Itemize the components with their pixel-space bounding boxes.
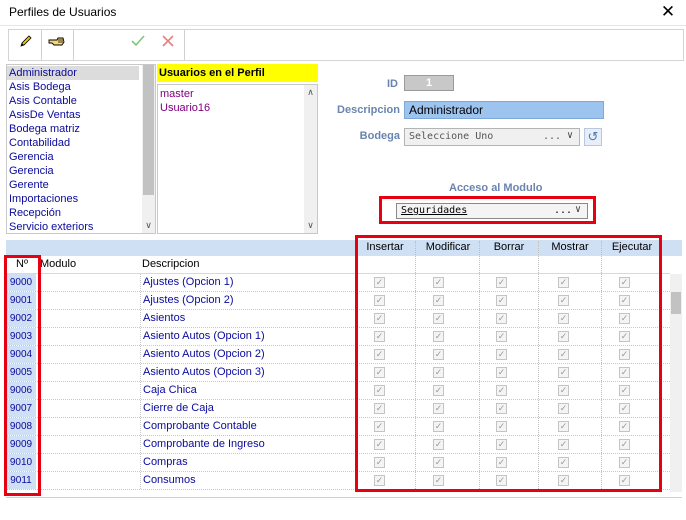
bodega-select-dots: ... <box>543 131 562 142</box>
chevron-up-icon[interactable]: ∧ <box>304 85 317 99</box>
row-modulo <box>38 328 138 345</box>
row-modulo <box>38 292 138 309</box>
profile-item[interactable]: Recepción <box>7 206 139 220</box>
title-bar: Perfiles de Usuarios ✕ <box>0 0 686 26</box>
id-field: 1 <box>404 75 454 91</box>
profile-item[interactable]: Administrador <box>7 66 139 80</box>
descripcion-label: Descripcion <box>337 104 400 116</box>
profile-item[interactable]: Servicio exteriors <box>7 220 139 233</box>
row-descripcion: Asiento Autos (Opcion 2) <box>140 346 358 363</box>
profile-item[interactable]: Gerencia <box>7 164 139 178</box>
profile-item[interactable]: Bodega matriz <box>7 122 139 136</box>
row-modulo <box>38 346 138 363</box>
row-modulo <box>38 382 138 399</box>
toolbar-separator <box>41 30 42 60</box>
profile-item[interactable]: Contabilidad <box>7 136 139 150</box>
row-descripcion: Ajustes (Opcion 1) <box>140 274 358 291</box>
profile-item[interactable]: Gerente <box>7 178 139 192</box>
grid-scrollbar[interactable] <box>670 274 682 492</box>
bodega-select[interactable]: Seleccione Uno ... ∨ <box>404 128 580 146</box>
profiles-scrollbar[interactable]: ∨ <box>142 65 155 233</box>
row-descripcion: Comprobante de Ingreso <box>140 436 358 453</box>
row-modulo <box>38 274 138 291</box>
profile-item[interactable]: Asis Bodega <box>7 80 139 94</box>
row-descripcion: Caja Chica <box>140 382 358 399</box>
users-header: Usuarios en el Perfil <box>157 64 318 82</box>
row-descripcion: Asientos <box>140 310 358 327</box>
row-modulo <box>38 400 138 417</box>
toolbar-separator <box>184 30 185 60</box>
toolbar <box>8 29 684 61</box>
users-scrollbar[interactable]: ∧ ∨ <box>304 85 317 233</box>
column-header-modulo[interactable]: Modulo <box>40 258 76 270</box>
close-icon[interactable]: ✕ <box>660 2 676 22</box>
row-modulo <box>38 454 138 471</box>
row-descripcion: Compras <box>140 454 358 471</box>
profile-item[interactable]: Importaciones <box>7 192 139 206</box>
hand-pointer-icon[interactable] <box>44 33 70 57</box>
bodega-label: Bodega <box>359 130 400 142</box>
row-descripcion: Cierre de Caja <box>140 400 358 417</box>
status-bar <box>6 497 682 517</box>
acceso-modulo-label: Acceso al Modulo <box>449 182 543 194</box>
checkmark-icon[interactable] <box>125 33 151 57</box>
profile-item[interactable]: Gerencia <box>7 150 139 164</box>
row-modulo <box>38 364 138 381</box>
chevron-down-icon[interactable]: ∨ <box>567 130 573 141</box>
row-modulo <box>38 310 138 327</box>
highlight-acceso-modulo <box>379 196 596 224</box>
scrollbar-thumb[interactable] <box>671 292 681 314</box>
row-descripcion: Comprobante Contable <box>140 418 358 435</box>
row-modulo <box>38 472 138 489</box>
bodega-select-value: Seleccione Uno <box>409 131 494 142</box>
row-descripcion: Ajustes (Opcion 2) <box>140 292 358 309</box>
row-modulo <box>38 436 138 453</box>
profile-item[interactable]: Asis Contable <box>7 94 139 108</box>
id-label: ID <box>387 78 398 90</box>
profiles-list[interactable]: Administrador Asis Bodega Asis Contable … <box>6 64 156 234</box>
user-item[interactable]: master <box>160 87 194 101</box>
chevron-down-icon[interactable]: ∨ <box>304 218 317 232</box>
scrollbar-thumb[interactable] <box>143 65 154 195</box>
descripcion-input[interactable]: Administrador <box>404 101 604 119</box>
users-list[interactable]: master Usuario16 ∧ ∨ <box>157 84 318 234</box>
window-title: Perfiles de Usuarios <box>9 5 117 19</box>
pencil-icon[interactable] <box>13 33 39 57</box>
user-item[interactable]: Usuario16 <box>160 101 210 115</box>
row-descripcion: Consumos <box>140 472 358 489</box>
x-icon[interactable] <box>155 33 181 57</box>
row-descripcion: Asiento Autos (Opcion 3) <box>140 364 358 381</box>
row-descripcion: Asiento Autos (Opcion 1) <box>140 328 358 345</box>
chevron-down-icon[interactable]: ∨ <box>142 218 155 232</box>
highlight-permissions <box>355 235 662 492</box>
profile-item[interactable]: AsisDe Ventas <box>7 108 139 122</box>
row-modulo <box>38 418 138 435</box>
toolbar-separator <box>73 30 74 60</box>
column-header-descripcion[interactable]: Descripcion <box>142 258 199 270</box>
refresh-icon[interactable]: ↺ <box>584 128 602 146</box>
highlight-num-column <box>4 255 41 496</box>
